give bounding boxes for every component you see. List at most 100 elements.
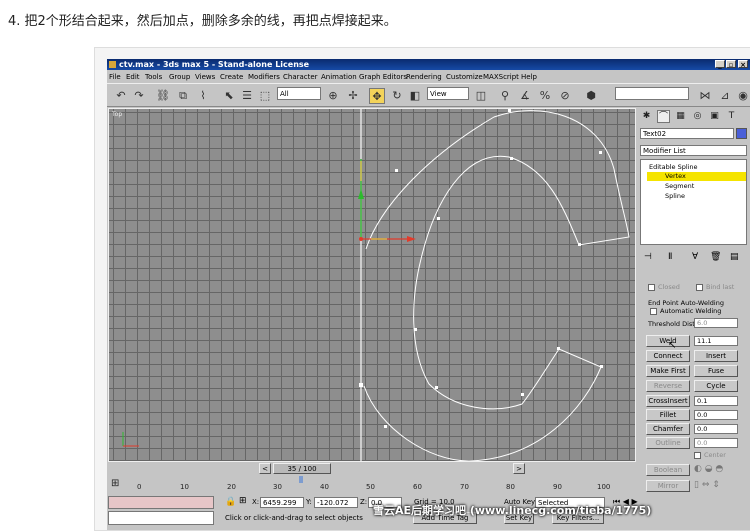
stack-vertex[interactable]: Vertex — [647, 172, 746, 181]
chamfer-spinner[interactable]: 0.0 — [694, 424, 738, 434]
snap-3d-icon[interactable]: ⚲ — [497, 88, 513, 104]
select-manipulate-icon[interactable]: ✢ — [345, 88, 361, 104]
align-icon[interactable]: ⊿ — [717, 88, 733, 104]
threshold-spinner[interactable]: 6.0 — [694, 318, 738, 328]
vertex[interactable] — [435, 386, 438, 389]
modifier-list-dropdown[interactable]: Modifier List — [640, 145, 747, 156]
make-first-button[interactable]: Make First — [646, 365, 690, 377]
closed-checkbox[interactable] — [648, 284, 655, 291]
spline-c-shape[interactable] — [363, 110, 630, 461]
menu-views[interactable]: Views — [195, 71, 215, 83]
move-icon[interactable]: ✥ — [369, 88, 385, 104]
x-coordinate-field[interactable]: 6459.299 — [260, 497, 304, 508]
utilities-tab-icon[interactable]: T — [725, 110, 738, 123]
select-by-name-icon[interactable]: ☰ — [239, 88, 255, 104]
object-color-swatch[interactable] — [736, 128, 747, 139]
boolean-button[interactable]: Boolean — [646, 464, 690, 476]
make-unique-icon[interactable]: ∀ — [692, 252, 698, 262]
maximize-button[interactable]: ▫ — [726, 60, 736, 69]
vertex[interactable] — [384, 425, 387, 428]
mirror-icon[interactable]: ⋈ — [697, 88, 713, 104]
insert-button[interactable]: Insert — [694, 350, 738, 362]
menu-animation[interactable]: Animation — [321, 71, 357, 83]
vertex[interactable] — [600, 365, 603, 368]
vertex[interactable] — [508, 109, 511, 112]
display-tab-icon[interactable]: ▣ — [708, 110, 721, 123]
bind-last-checkbox[interactable] — [696, 284, 703, 291]
reference-coord-dropdown[interactable]: View — [427, 87, 469, 100]
maxscript-listener-mini[interactable] — [108, 496, 214, 509]
minimize-button[interactable]: _ — [715, 60, 725, 69]
connect-button[interactable]: Connect — [646, 350, 690, 362]
chamfer-button[interactable]: Chamfer — [646, 423, 690, 435]
angle-snap-icon[interactable]: ∡ — [517, 88, 533, 104]
configure-sets-icon[interactable]: ▤ — [730, 252, 739, 262]
render-icon[interactable]: ◉ — [735, 88, 750, 104]
mirror-button[interactable]: Mirror — [646, 480, 690, 492]
fillet-spinner[interactable]: 0.0 — [694, 410, 738, 420]
fillet-button[interactable]: Fillet — [646, 409, 690, 421]
menu-customize[interactable]: Customize — [446, 71, 483, 83]
track-bar[interactable]: ⊞ 0 10 20 30 40 50 60 70 80 90 100 — [107, 476, 637, 494]
spinner-snap-icon[interactable]: ⊘ — [557, 88, 573, 104]
crossinsert-button[interactable]: CrossInsert — [646, 395, 690, 407]
undo-icon[interactable]: ↶ — [113, 88, 129, 104]
automatic-welding-checkbox[interactable] — [650, 308, 657, 315]
motion-tab-icon[interactable]: ◎ — [691, 110, 704, 123]
rotate-icon[interactable]: ↻ — [389, 88, 405, 104]
named-selection-sets-dropdown[interactable] — [615, 87, 689, 100]
vertex[interactable] — [395, 169, 398, 172]
unlink-icon[interactable]: ⧉ — [175, 88, 191, 104]
menu-group[interactable]: Group — [169, 71, 190, 83]
vertex[interactable] — [557, 347, 560, 350]
named-selection-icon[interactable]: ⬢ — [583, 88, 599, 104]
object-name-field[interactable]: Text02 — [640, 128, 734, 139]
boolean-ops-icon[interactable]: ◐ ◒ ◓ — [694, 464, 723, 474]
menu-graph-editors[interactable]: Graph Editors — [359, 71, 407, 83]
pivot-center-icon[interactable]: ◫ — [473, 88, 489, 104]
vertex[interactable] — [599, 151, 602, 154]
vertex[interactable] — [521, 393, 524, 396]
percent-snap-icon[interactable]: % — [537, 88, 553, 104]
region-select-icon[interactable]: ⬚ — [257, 88, 273, 104]
stack-segment[interactable]: Segment — [641, 182, 750, 191]
select-move-target-icon[interactable]: ⊕ — [325, 88, 341, 104]
time-slider[interactable]: 35 / 100 — [273, 463, 331, 474]
top-viewport[interactable]: Top — [108, 108, 636, 462]
menu-help[interactable]: Help — [521, 71, 537, 83]
menu-rendering[interactable]: Rendering — [406, 71, 442, 83]
weld-spinner[interactable]: 11.1 — [694, 336, 738, 346]
selection-filter-dropdown[interactable]: All — [277, 87, 321, 100]
absolute-mode-icon[interactable]: ⊞ — [239, 496, 247, 506]
crossinsert-spinner[interactable]: 0.1 — [694, 396, 738, 406]
current-frame-marker[interactable] — [299, 476, 303, 483]
remove-modifier-icon[interactable]: 🗑 — [710, 252, 721, 262]
track-filter-icon[interactable]: ⊞ — [111, 478, 119, 489]
fuse-button[interactable]: Fuse — [694, 365, 738, 377]
outline-spinner[interactable]: 0.0 — [694, 438, 738, 448]
menu-maxscript[interactable]: MAXScript — [483, 71, 519, 83]
stack-editable-spline[interactable]: Editable Spline — [641, 163, 750, 172]
center-checkbox[interactable] — [694, 452, 701, 459]
modify-tab-icon[interactable]: ⌒ — [657, 110, 670, 123]
create-tab-icon[interactable]: ✱ — [640, 110, 653, 123]
time-next-button[interactable]: > — [513, 463, 525, 474]
vertex[interactable] — [510, 157, 513, 160]
cycle-button[interactable]: Cycle — [694, 380, 738, 392]
vertex[interactable] — [578, 243, 581, 246]
vertex[interactable] — [437, 217, 440, 220]
select-icon[interactable]: ⬉ — [221, 88, 237, 104]
y-coordinate-field[interactable]: -120.072 — [314, 497, 358, 508]
scale-icon[interactable]: ◧ — [407, 88, 423, 104]
maxscript-input-mini[interactable] — [108, 511, 214, 525]
time-prev-button[interactable]: < — [259, 463, 271, 474]
menu-create[interactable]: Create — [220, 71, 243, 83]
vertex[interactable] — [359, 383, 363, 387]
menu-edit[interactable]: Edit — [126, 71, 140, 83]
stack-spline[interactable]: Spline — [641, 192, 750, 201]
menu-tools[interactable]: Tools — [145, 71, 162, 83]
pin-stack-icon[interactable]: ⊣ — [644, 252, 652, 262]
mirror-axis-icons[interactable]: ▯ ⇔ ⇕ — [694, 480, 720, 490]
lock-icon[interactable]: 🔒 — [225, 497, 236, 507]
reverse-button[interactable]: Reverse — [646, 380, 690, 392]
